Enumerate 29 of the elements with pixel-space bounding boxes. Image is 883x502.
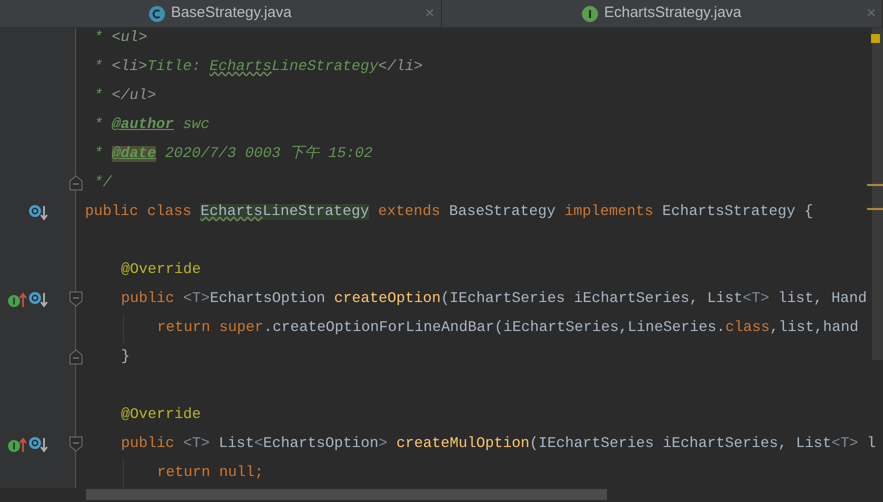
code-line: * @author swc — [94, 117, 210, 134]
code-line: @Override — [121, 407, 201, 424]
code-line: public <T>EchartsOption createOption(IEchartSeries iEchartSeries, List<T> list, Hand — [121, 291, 867, 308]
editor-tab[interactable]: BaseStrategy.java × — [0, 0, 442, 27]
horizontal-scrollbar[interactable] — [86, 489, 607, 500]
overridden-icon[interactable] — [29, 204, 49, 220]
code-line: } — [121, 349, 130, 366]
fold-icon[interactable] — [69, 349, 83, 365]
code-line: public class EchartsLineStrategy extends BaseStrategy implements EchartsStrategy { — [85, 204, 814, 221]
overridden-icon[interactable] — [29, 292, 49, 308]
code-line: */ — [94, 175, 112, 192]
class-icon — [148, 6, 165, 22]
code-line: public <T> List<EchartsOption> createMulOption(IEchartSeries iEchartSeries, List<T> l — [121, 436, 876, 453]
code-line: * @date 2020/7/3 0003 下午 15:02 — [94, 146, 373, 163]
implementing-icon[interactable] — [8, 292, 28, 308]
overridden-icon[interactable] — [29, 436, 49, 452]
vertical-scrollbar[interactable] — [872, 28, 883, 360]
code-line: * <ul> — [94, 30, 148, 47]
code-line: return null; — [157, 465, 264, 482]
code-line: * </ul> — [94, 88, 156, 105]
code-line: * <li>Title: EchartsLineStrategy</li> — [94, 59, 423, 76]
editor-tab[interactable]: EchartsStrategy.java × — [442, 0, 883, 27]
implementing-icon[interactable] — [8, 436, 28, 452]
code-line: @Override — [121, 262, 201, 279]
fold-icon[interactable] — [69, 175, 83, 191]
interface-icon — [582, 6, 598, 22]
fold-icon[interactable] — [69, 291, 83, 307]
code-line: return super.createOptionForLineAndBar(iEchartSeries,LineSeries.class,list,hand — [157, 320, 859, 337]
fold-icon[interactable] — [69, 436, 83, 452]
